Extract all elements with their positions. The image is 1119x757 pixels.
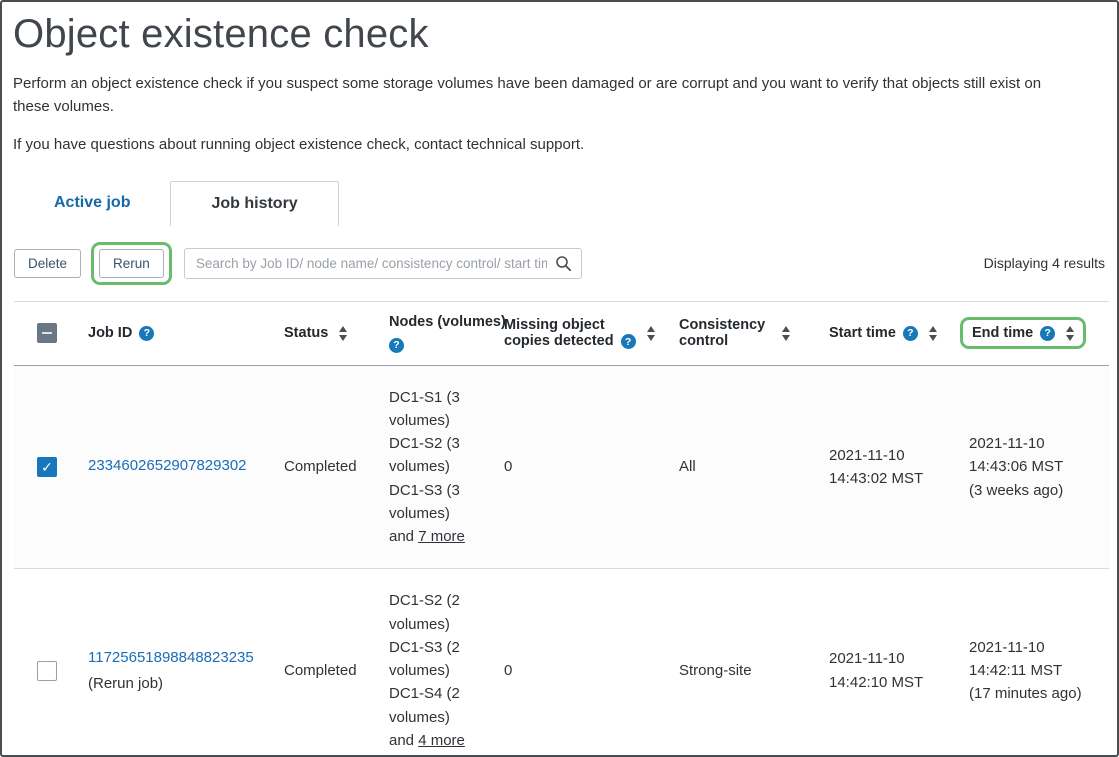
end-time-value: 2021-11-10 14:43:06 MST bbox=[969, 432, 1101, 479]
delete-button[interactable]: Delete bbox=[14, 249, 81, 278]
header-status: Status bbox=[276, 301, 381, 365]
header-job-id-label: Job ID bbox=[88, 325, 132, 341]
help-icon[interactable] bbox=[903, 326, 918, 341]
page-title: Object existence check bbox=[13, 12, 1117, 57]
more-nodes-link[interactable]: 4 more bbox=[418, 732, 465, 749]
results-count: Displaying 4 results bbox=[984, 255, 1105, 271]
nodes-cell: DC1-S2 (2 volumes) DC1-S3 (2 volumes) DC… bbox=[381, 569, 496, 757]
sort-icon[interactable] bbox=[782, 326, 790, 341]
help-icon[interactable] bbox=[139, 326, 154, 341]
search-icon[interactable] bbox=[553, 255, 581, 272]
table-row: 11725651898848823235 (Rerun job) Complet… bbox=[14, 569, 1109, 757]
sort-icon[interactable] bbox=[1066, 326, 1074, 341]
table-row: 2334602652907829302 Completed DC1-S1 (3 … bbox=[14, 365, 1109, 569]
end-time-ago: (17 minutes ago) bbox=[969, 682, 1101, 705]
node-item: DC1-S2 (2 volumes) bbox=[389, 589, 488, 636]
page-description-2: If you have questions about running obje… bbox=[13, 134, 1077, 157]
nodes-and-label: and bbox=[389, 732, 414, 749]
missing-copies-cell: 0 bbox=[496, 365, 671, 569]
toolbar: Delete Rerun Displaying 4 results bbox=[14, 242, 1105, 285]
node-item: DC1-S4 (2 volumes) bbox=[389, 682, 488, 729]
end-time-cell: 2021-11-10 14:43:06 MST (3 weeks ago) bbox=[961, 365, 1109, 569]
node-item: DC1-S1 (3 volumes) bbox=[389, 386, 488, 433]
header-select bbox=[14, 301, 80, 365]
header-consistency-label: Consistency control bbox=[679, 317, 771, 349]
header-status-label: Status bbox=[284, 325, 328, 341]
start-time-cell: 2021-11-10 14:43:02 MST bbox=[821, 365, 961, 569]
missing-copies-cell: 0 bbox=[496, 569, 671, 757]
status-cell: Completed bbox=[276, 365, 381, 569]
header-nodes: Nodes (volumes) bbox=[381, 301, 496, 365]
row-select-cell bbox=[14, 365, 80, 569]
header-start-time: Start time bbox=[821, 301, 961, 365]
node-item: DC1-S3 (2 volumes) bbox=[389, 636, 488, 683]
header-start-time-label: Start time bbox=[829, 325, 896, 341]
more-nodes-link[interactable]: 7 more bbox=[418, 528, 465, 545]
header-missing-label: Missing object copies detected bbox=[504, 317, 614, 349]
header-end-time-label: End time bbox=[972, 325, 1033, 341]
row-checkbox[interactable] bbox=[37, 457, 57, 477]
header-nodes-label: Nodes (volumes) bbox=[389, 314, 488, 330]
end-time-ago: (3 weeks ago) bbox=[969, 479, 1101, 502]
job-id-link[interactable]: 11725651898848823235 bbox=[88, 649, 254, 666]
start-time-cell: 2021-11-10 14:42:10 MST bbox=[821, 569, 961, 757]
page-description-1: Perform an object existence check if you… bbox=[13, 73, 1077, 118]
row-select-cell bbox=[14, 569, 80, 757]
help-icon[interactable] bbox=[1040, 326, 1055, 341]
header-missing: Missing object copies detected bbox=[496, 301, 671, 365]
nodes-and-label: and bbox=[389, 528, 414, 545]
table-header-row: Job ID Status Nodes (volumes) bbox=[14, 301, 1109, 365]
header-end-time: End time bbox=[961, 301, 1109, 365]
search-input[interactable] bbox=[185, 256, 553, 271]
status-cell: Completed bbox=[276, 569, 381, 757]
consistency-cell: All bbox=[671, 365, 821, 569]
rerun-button[interactable]: Rerun bbox=[99, 249, 164, 278]
annotation-end-time-highlight: End time bbox=[960, 317, 1086, 349]
node-item: DC1-S2 (3 volumes) bbox=[389, 432, 488, 479]
job-note: (Rerun job) bbox=[88, 672, 268, 695]
search-box bbox=[184, 248, 582, 279]
sort-icon[interactable] bbox=[929, 326, 937, 341]
node-item: DC1-S3 (3 volumes) bbox=[389, 479, 488, 526]
job-history-table: Job ID Status Nodes (volumes) bbox=[14, 301, 1109, 757]
job-id-link[interactable]: 2334602652907829302 bbox=[88, 457, 247, 474]
job-id-cell: 2334602652907829302 bbox=[80, 365, 276, 569]
page: Object existence check Perform an object… bbox=[0, 0, 1119, 757]
header-consistency: Consistency control bbox=[671, 301, 821, 365]
job-id-cell: 11725651898848823235 (Rerun job) bbox=[80, 569, 276, 757]
end-time-value: 2021-11-10 14:42:11 MST bbox=[969, 636, 1101, 683]
tab-job-history[interactable]: Job history bbox=[170, 181, 338, 226]
header-job-id: Job ID bbox=[80, 301, 276, 365]
help-icon[interactable] bbox=[389, 338, 404, 353]
select-all-checkbox[interactable] bbox=[37, 323, 57, 343]
sort-icon[interactable] bbox=[647, 326, 655, 341]
sort-icon[interactable] bbox=[339, 326, 347, 341]
row-checkbox[interactable] bbox=[37, 661, 57, 681]
annotation-rerun-highlight: Rerun bbox=[91, 242, 172, 285]
tab-bar: Active job Job history bbox=[14, 181, 1117, 226]
end-time-cell: 2021-11-10 14:42:11 MST (17 minutes ago) bbox=[961, 569, 1109, 757]
nodes-cell: DC1-S1 (3 volumes) DC1-S2 (3 volumes) DC… bbox=[381, 365, 496, 569]
tab-active-job[interactable]: Active job bbox=[14, 181, 170, 226]
consistency-cell: Strong-site bbox=[671, 569, 821, 757]
help-icon[interactable] bbox=[621, 334, 636, 349]
